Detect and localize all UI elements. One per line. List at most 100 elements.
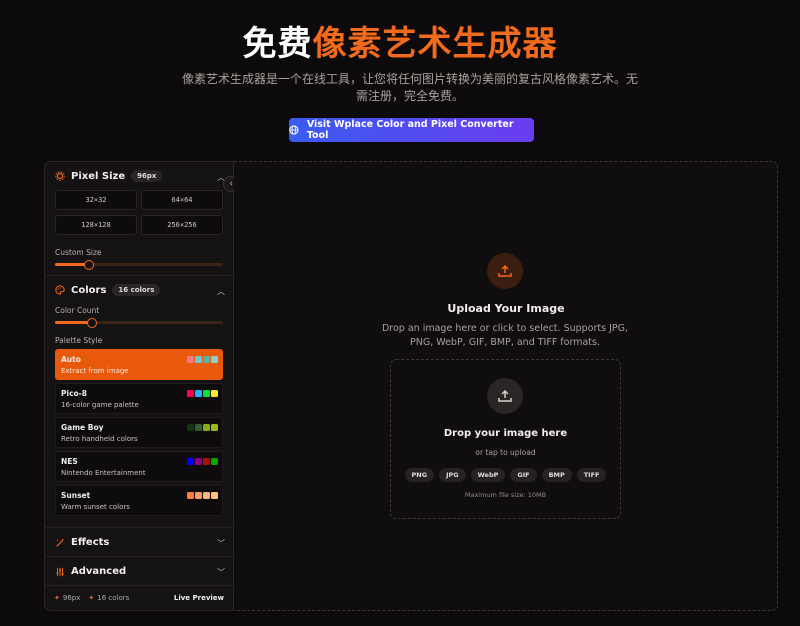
- color-count-slider[interactable]: [55, 317, 223, 328]
- footer-size-stat: ✦ 96px: [54, 594, 80, 602]
- upload-title: Upload Your Image: [447, 302, 565, 315]
- sparkle-icon: ✦: [54, 594, 60, 602]
- palette-swatches: [187, 458, 218, 465]
- drop-image-title: Drop your image here: [443, 428, 568, 439]
- inner-upload-icon-circle: [487, 378, 523, 414]
- title-free: 免费: [242, 24, 313, 64]
- format-badge: WebP: [470, 468, 506, 482]
- palette-option[interactable]: NES Nintendo Entertainment: [55, 451, 223, 482]
- upload-icon: [498, 389, 512, 402]
- format-badge: GIF: [510, 468, 537, 482]
- palette-icon: [55, 285, 65, 295]
- pixel-size-header[interactable]: Pixel Size 96px: [55, 170, 163, 182]
- pixel-size-badge: 96px: [131, 170, 163, 182]
- chevron-up-icon[interactable]: ︿: [217, 286, 225, 297]
- color-swatch: [211, 458, 218, 465]
- effects-title: Effects: [71, 537, 110, 548]
- color-swatch: [203, 458, 210, 465]
- color-swatch: [203, 356, 210, 363]
- pixel-size-section: Pixel Size 96px ︿ 32×32 64×64 128×128 25…: [45, 162, 235, 276]
- custom-size-label: Custom Size: [55, 248, 102, 257]
- color-swatch: [195, 492, 202, 499]
- palette-swatches: [187, 356, 218, 363]
- effects-header[interactable]: Effects: [55, 537, 109, 548]
- custom-size-slider[interactable]: [55, 259, 223, 270]
- palette-option[interactable]: Game Boy Retro handheld colors: [55, 417, 223, 448]
- palette-description: Nintendo Entertainment: [61, 469, 146, 477]
- color-swatch: [187, 492, 194, 499]
- gear-icon: [55, 171, 65, 181]
- color-swatch: [211, 390, 218, 397]
- palette-option[interactable]: Pico-8 16-color game palette: [55, 383, 223, 414]
- advanced-header[interactable]: Advanced: [55, 566, 126, 577]
- color-swatch: [195, 390, 202, 397]
- sliders-icon: [56, 567, 64, 576]
- format-badge: JPG: [439, 468, 466, 482]
- palette-description: Warm sunset colors: [61, 503, 130, 511]
- color-count-knob[interactable]: [86, 317, 97, 328]
- palette-name: Game Boy: [61, 423, 104, 432]
- colors-title: Colors: [71, 284, 107, 296]
- advanced-title: Advanced: [71, 566, 127, 577]
- wand-icon: [56, 538, 64, 547]
- palette-option[interactable]: Sunset Warm sunset colors: [55, 485, 223, 516]
- max-file-size: Maximum file size: 10MB: [464, 491, 547, 499]
- palette-name: Auto: [61, 355, 81, 364]
- advanced-section[interactable]: Advanced ﹀: [45, 557, 235, 586]
- color-swatch: [211, 424, 218, 431]
- colors-header[interactable]: Colors 16 colors: [55, 284, 161, 296]
- color-swatch: [195, 458, 202, 465]
- palette-option[interactable]: Auto Extract from image: [55, 349, 223, 380]
- visit-wplace-label: Visit Wplace Color and Pixel Converter T…: [306, 119, 514, 141]
- color-swatch: [187, 356, 194, 363]
- palette-swatches: [187, 492, 218, 499]
- footer-size: 96px: [62, 594, 81, 602]
- upload-icon-circle: [487, 253, 523, 289]
- live-preview-label[interactable]: Live Preview: [174, 594, 224, 602]
- settings-sidebar: Pixel Size 96px ︿ 32×32 64×64 128×128 25…: [44, 161, 235, 611]
- page-subtitle: 像素艺术生成器是一个在线工具，让您将任何图片转换为美丽的复古风格像素艺术。无需注…: [181, 72, 638, 103]
- format-badge: BMP: [541, 468, 572, 482]
- sidebar-footer: ✦ 96px ✦ 16 colors Live Preview: [44, 585, 234, 611]
- color-swatch: [195, 424, 202, 431]
- color-swatch: [203, 492, 210, 499]
- color-count-label: Color Count: [55, 306, 100, 315]
- upload-description: Drop an image here or click to select. S…: [381, 323, 629, 348]
- palette-name: Pico-8: [61, 389, 87, 398]
- colors-badge: 16 colors: [112, 284, 161, 296]
- chevron-down-icon[interactable]: ﹀: [217, 538, 225, 549]
- palette-swatches: [187, 424, 218, 431]
- size-128-button[interactable]: 128×128: [55, 215, 137, 235]
- palette-swatches: [187, 390, 218, 397]
- upload-icon: [498, 264, 512, 277]
- globe-icon: [289, 125, 299, 135]
- format-badge: PNG: [404, 468, 435, 482]
- color-swatch: [211, 492, 218, 499]
- chevron-down-icon[interactable]: ﹀: [217, 567, 225, 578]
- palette-description: Extract from image: [61, 367, 129, 375]
- color-swatch: [195, 356, 202, 363]
- effects-section[interactable]: Effects ﹀: [45, 528, 235, 557]
- color-swatch: [187, 424, 194, 431]
- size-256-button[interactable]: 256×256: [141, 215, 223, 235]
- size-32-button[interactable]: 32×32: [55, 190, 137, 210]
- pixel-size-title: Pixel Size: [71, 170, 126, 182]
- footer-colors: 16 colors: [97, 594, 130, 602]
- palette-name: NES: [61, 457, 78, 466]
- page-title: 免费像素艺术生成器: [0, 22, 800, 66]
- colors-section: Colors 16 colors ︿ Color Count Palette S…: [45, 276, 235, 528]
- chevron-left-icon: ‹: [229, 179, 233, 189]
- title-generator: 像素艺术生成器: [312, 24, 558, 64]
- palette-style-label: Palette Style: [55, 336, 103, 345]
- footer-colors-stat: ✦ 16 colors: [88, 594, 129, 602]
- palette-name: Sunset: [61, 491, 91, 500]
- sparkle-icon: ✦: [88, 594, 95, 602]
- visit-wplace-button[interactable]: Visit Wplace Color and Pixel Converter T…: [289, 118, 534, 142]
- palette-description: Retro handheld colors: [61, 435, 138, 443]
- size-64-button[interactable]: 64×64: [141, 190, 223, 210]
- custom-size-knob[interactable]: [83, 259, 94, 270]
- tap-upload-label: or tap to upload: [475, 448, 536, 457]
- color-swatch: [187, 390, 194, 397]
- format-badges: PNG JPG WebP GIF BMP TIFF: [390, 468, 621, 482]
- color-swatch: [203, 424, 210, 431]
